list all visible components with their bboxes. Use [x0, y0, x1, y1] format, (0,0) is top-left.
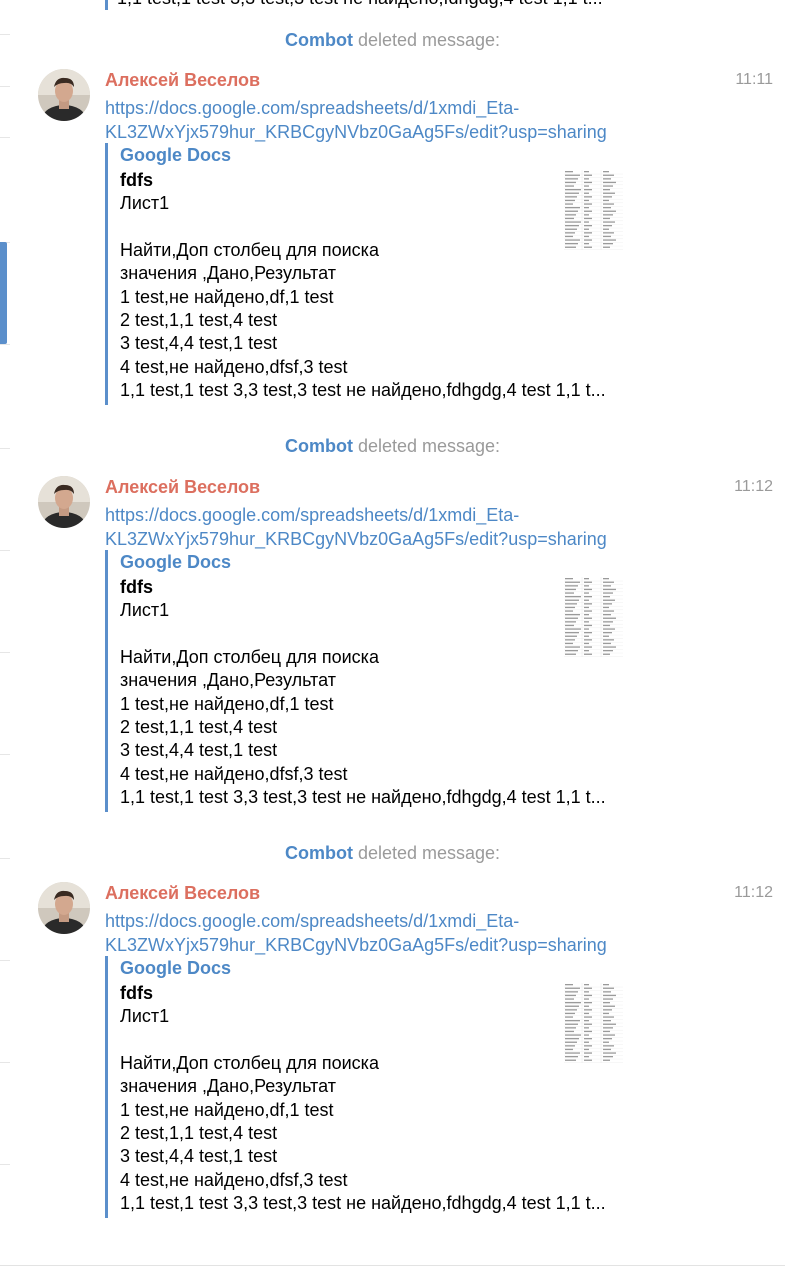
link-preview[interactable]: Google Docs fdfs Лист1 Найти,Доп столбец… [105, 956, 668, 1218]
preview-line: 3 test,4,4 test,1 test [120, 740, 278, 761]
preview-line: 4 test,не найдено,dfsf,3 test [120, 1169, 348, 1190]
service-action-text: deleted message: [352, 436, 501, 456]
preview-site-name: Google Docs [120, 145, 232, 165]
preview-line: 4 test,не найдено,dfsf,3 test [120, 356, 348, 377]
service-message: Combot deleted message: [0, 435, 785, 457]
preview-line: 2 test,1,1 test,4 test [120, 716, 278, 737]
service-actor-link[interactable]: Combot [285, 30, 353, 50]
message-link[interactable]: https://docs.google.com/spreadsheets/d/1… [105, 503, 705, 551]
message-link[interactable]: https://docs.google.com/spreadsheets/d/1… [105, 96, 705, 144]
preview-line: значения ,Дано,Результат [120, 670, 336, 691]
previous-preview-last-line: 1,1 test,1 test 3,3 test,3 test не найде… [105, 0, 677, 10]
service-message: Combot deleted message: [0, 29, 785, 51]
left-edge-dividers [0, 0, 10, 1280]
link-text-line[interactable]: KL3ZWxYjx579hur_KRBCgyNVbz0GaAg5Fs/edit?… [105, 527, 705, 551]
preview-line: 2 test,1,1 test,4 test [120, 309, 278, 330]
chat-history: 1,1 test,1 test 3,3 test,3 test не найде… [0, 0, 785, 1280]
preview-title: fdfs [120, 577, 153, 597]
link-preview[interactable]: Google Docs fdfs Лист1 Найти,Доп столбец… [105, 550, 668, 812]
service-message: Combot deleted message: [0, 842, 785, 864]
message-time: 11:12 [734, 884, 773, 901]
link-text-line[interactable]: KL3ZWxYjx579hur_KRBCgyNVbz0GaAg5Fs/edit?… [105, 120, 705, 144]
preview-line: 1,1 test,1 test 3,3 test,3 test не найде… [120, 787, 606, 808]
active-chat-indicator[interactable] [0, 242, 7, 344]
preview-title: fdfs [120, 983, 153, 1003]
preview-line: 3 test,4,4 test,1 test [120, 333, 278, 354]
preview-line: 1,1 test,1 test 3,3 test,3 test не найде… [120, 380, 606, 401]
avatar[interactable] [38, 476, 90, 528]
preview-line: 1 test,не найдено,df,1 test [120, 693, 334, 714]
preview-line: 4 test,не найдено,dfsf,3 test [120, 763, 348, 784]
service-action-text: deleted message: [352, 843, 501, 863]
service-action-text: deleted message: [352, 30, 501, 50]
avatar[interactable] [38, 882, 90, 934]
spreadsheet-thumbnail[interactable] [563, 169, 625, 251]
spreadsheet-preview-image [563, 982, 625, 1064]
link-preview[interactable]: Google Docs fdfs Лист1 Найти,Доп столбец… [105, 143, 668, 405]
message-link[interactable]: https://docs.google.com/spreadsheets/d/1… [105, 909, 705, 957]
link-text-line[interactable]: KL3ZWxYjx579hur_KRBCgyNVbz0GaAg5Fs/edit?… [105, 933, 705, 957]
avatar[interactable] [38, 69, 90, 121]
spreadsheet-thumbnail[interactable] [563, 982, 625, 1064]
preview-line: 1,1 test,1 test 3,3 test,3 test не найде… [120, 1193, 606, 1214]
preview-line: 2 test,1,1 test,4 test [120, 1122, 278, 1143]
preview-site-name: Google Docs [120, 552, 232, 572]
avatar-photo [38, 69, 90, 121]
service-actor-link[interactable]: Combot [285, 843, 353, 863]
avatar-photo [38, 476, 90, 528]
service-actor-link[interactable]: Combot [285, 436, 353, 456]
message-time: 11:12 [734, 478, 773, 495]
link-text-line[interactable]: https://docs.google.com/spreadsheets/d/1… [105, 96, 705, 120]
author-name[interactable]: Алексей Веселов [105, 882, 260, 904]
composer-divider [0, 1265, 785, 1266]
message-time: 11:11 [735, 71, 773, 88]
author-name[interactable]: Алексей Веселов [105, 476, 260, 498]
preview-line: значения ,Дано,Результат [120, 263, 336, 284]
preview-line: 1 test,не найдено,df,1 test [120, 1099, 334, 1120]
spreadsheet-preview-image [563, 169, 625, 251]
link-text-line[interactable]: https://docs.google.com/spreadsheets/d/1… [105, 503, 705, 527]
spreadsheet-preview-image [563, 576, 625, 658]
preview-line: значения ,Дано,Результат [120, 1076, 336, 1097]
avatar-photo [38, 882, 90, 934]
preview-title: fdfs [120, 170, 153, 190]
spreadsheet-thumbnail[interactable] [563, 576, 625, 658]
link-text-line[interactable]: https://docs.google.com/spreadsheets/d/1… [105, 909, 705, 933]
author-name[interactable]: Алексей Веселов [105, 69, 260, 91]
preview-site-name: Google Docs [120, 958, 232, 978]
preview-line: 3 test,4,4 test,1 test [120, 1146, 278, 1167]
preview-line: 1 test,не найдено,df,1 test [120, 286, 334, 307]
